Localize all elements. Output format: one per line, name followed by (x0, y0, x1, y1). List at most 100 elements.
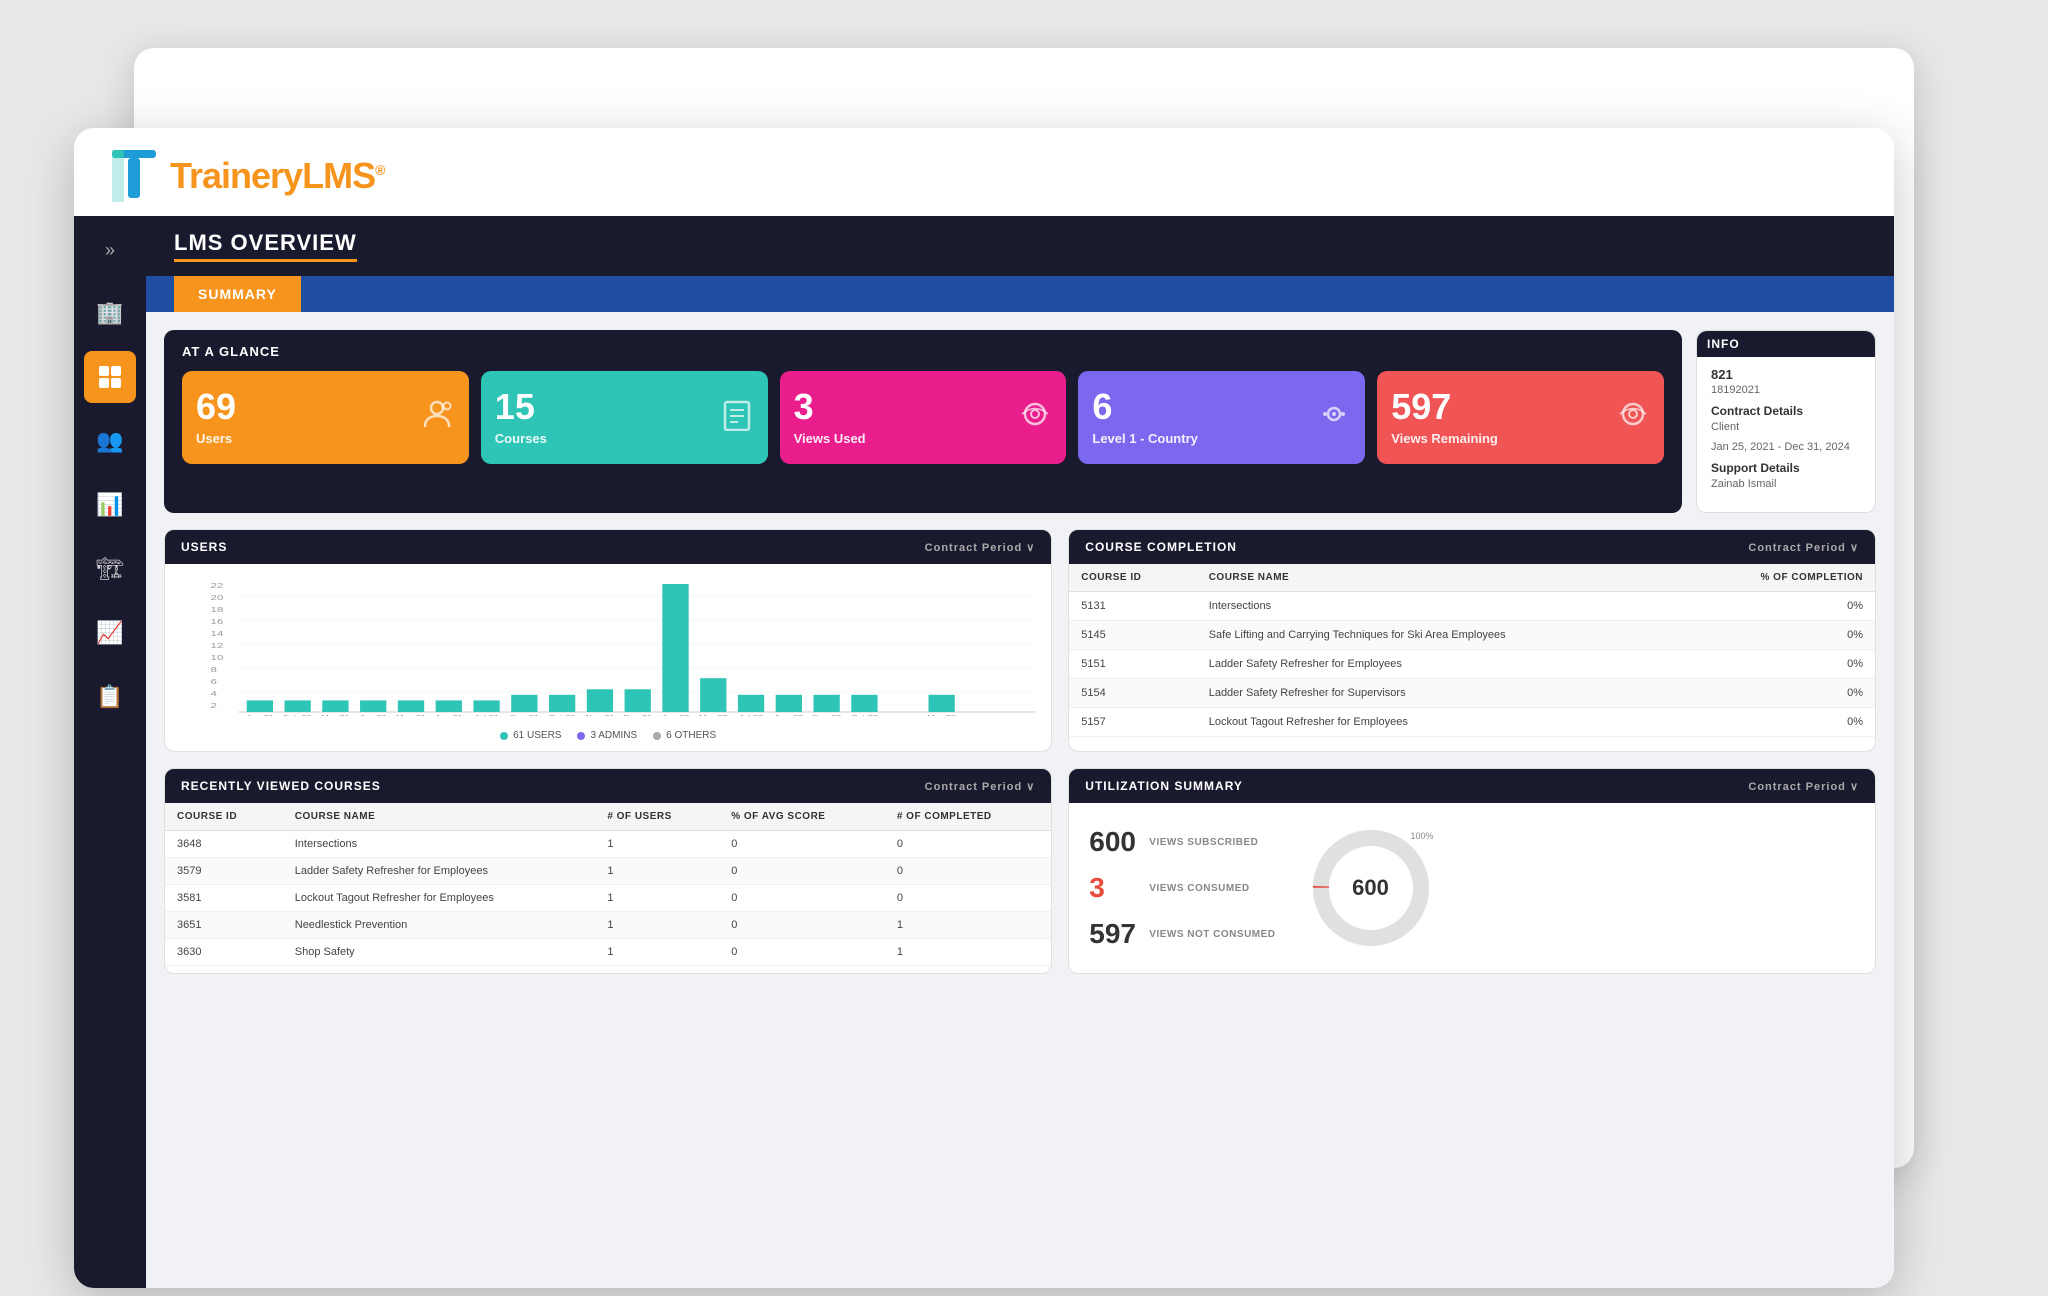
level-country-label: Level 1 - Country (1092, 431, 1197, 446)
header-bar: LMS OVERVIEW (146, 216, 1894, 276)
donut-percent-label: 100% (1410, 831, 1433, 841)
not-consumed-label: VIEWS NOT CONSUMED (1149, 929, 1275, 940)
svg-text:22: 22 (211, 582, 224, 590)
chart-legend: 61 USERS 3 ADMINS 6 OTHERS (165, 724, 1051, 751)
sidebar: » 🏢 👥 📊 🏗 📈 📋 (74, 216, 146, 1288)
svg-text:14: 14 (211, 630, 224, 638)
recent-course-name: Shop Safety (283, 939, 596, 966)
sidebar-item-reports[interactable]: 📈 (84, 607, 136, 659)
recent-period-selector[interactable]: Contract Period ∨ (925, 780, 1036, 793)
recently-viewed-panel: RECENTLY VIEWED COURSES Contract Period … (164, 768, 1052, 974)
recent-table-row: 3651 Needlestick Prevention 1 0 1 (165, 912, 1051, 939)
recent-table-header-row: COURSE ID COURSE NAME # OF USERS % OF AV… (165, 803, 1051, 831)
recent-avg-score: 0 (719, 858, 885, 885)
consumed-number: 3 (1089, 872, 1139, 904)
tab-summary[interactable]: SUMMARY (174, 276, 301, 312)
content-area: LMS OVERVIEW SUMMARY AT A GLANCE (146, 216, 1894, 1288)
svg-text:20: 20 (211, 594, 224, 602)
svg-text:May-21: May-21 (396, 714, 426, 716)
svg-text:Oct-22: Oct-22 (851, 714, 878, 716)
completion-pct: 0% (1683, 708, 1875, 737)
recent-completed: 0 (885, 885, 1051, 912)
recent-course-name: Intersections (283, 831, 596, 858)
subscribed-label: VIEWS SUBSCRIBED (1149, 837, 1258, 848)
logo-traineryLMS: TraineryLMS® (170, 155, 384, 196)
recent-completed: 1 (885, 912, 1051, 939)
completion-table-row: 5157 Lockout Tagout Refresher for Employ… (1069, 708, 1875, 737)
legend-users: 61 USERS (500, 730, 561, 741)
sidebar-collapse-button[interactable]: » (97, 232, 123, 269)
completion-course-id: 5131 (1069, 592, 1196, 621)
sidebar-item-analytics[interactable]: 📊 (84, 479, 136, 531)
main-area: » 🏢 👥 📊 🏗 📈 📋 (74, 216, 1894, 1288)
info-number: 821 (1711, 367, 1861, 382)
bottom-row: RECENTLY VIEWED COURSES Contract Period … (164, 768, 1876, 974)
recent-course-id: 3581 (165, 885, 283, 912)
stat-card-level-country: 6 Level 1 - Country (1078, 371, 1365, 464)
completion-period-selector[interactable]: Contract Period ∨ (1748, 541, 1859, 554)
stat-card-users-left: 69 Users (196, 389, 236, 446)
info-date: 18192021 (1711, 384, 1861, 396)
users-period-selector[interactable]: Contract Period ∨ (925, 541, 1036, 554)
completion-pct: 0% (1683, 621, 1875, 650)
not-consumed-number: 597 (1089, 918, 1139, 950)
consumed-row: 3 VIEWS CONSUMED (1089, 872, 1275, 904)
recent-col-id: COURSE ID (165, 803, 283, 831)
sidebar-item-structure[interactable]: 🏗 (84, 543, 136, 595)
recent-course-name: Ladder Safety Refresher for Employees (283, 858, 596, 885)
client-label: Client (1711, 421, 1861, 433)
completion-table-row: 5145 Safe Lifting and Carrying Technique… (1069, 621, 1875, 650)
svg-text:Mar-23: Mar-23 (927, 714, 956, 716)
courses-icon (720, 397, 754, 439)
views-remaining-number: 597 (1391, 389, 1498, 425)
svg-text:Jul-22: Jul-22 (739, 714, 764, 716)
legend-dot-admins (577, 732, 585, 740)
completion-table-row: 5154 Ladder Safety Refresher for Supervi… (1069, 679, 1875, 708)
legend-dot-others (653, 732, 661, 740)
stat-card-users: 69 Users (182, 371, 469, 464)
recent-course-name: Lockout Tagout Refresher for Employees (283, 885, 596, 912)
recently-viewed-table: COURSE ID COURSE NAME # OF USERS % OF AV… (165, 803, 1051, 966)
svg-text:Apr-21: Apr-21 (360, 714, 387, 716)
sidebar-item-clipboard[interactable]: 📋 (84, 671, 136, 723)
completion-course-name: Safe Lifting and Carrying Techniques for… (1197, 621, 1684, 650)
middle-row: USERS Contract Period ∨ 22 20 18 16 (164, 529, 1876, 752)
completion-course-name: Lockout Tagout Refresher for Employees (1197, 708, 1684, 737)
completion-table-header-row: COURSE ID COURSE NAME % OF COMPLETION (1069, 564, 1875, 592)
sidebar-item-building[interactable]: 🏢 (84, 287, 136, 339)
recent-users: 1 (595, 885, 719, 912)
sidebar-item-dashboard[interactable] (84, 351, 136, 403)
utilization-period-selector[interactable]: Contract Period ∨ (1748, 780, 1859, 793)
legend-label-admins: 3 ADMINS (590, 730, 637, 741)
recent-completed: 0 (885, 858, 1051, 885)
legend-admins: 3 ADMINS (577, 730, 637, 741)
recent-users: 1 (595, 858, 719, 885)
views-used-number: 3 (794, 389, 866, 425)
recent-col-completed: # OF COMPLETED (885, 803, 1051, 831)
not-consumed-row: 597 VIEWS NOT CONSUMED (1089, 918, 1275, 950)
svg-text:Jan-21: Jan-21 (246, 714, 274, 716)
svg-text:8: 8 (211, 666, 217, 674)
at-a-glance-title: AT A GLANCE (182, 344, 1664, 359)
logo-text: TraineryLMS® (170, 155, 384, 197)
info-title: INFO (1697, 331, 1875, 357)
views-used-label: Views Used (794, 431, 866, 446)
users-icon (419, 396, 455, 440)
recent-course-name: Needlestick Prevention (283, 912, 596, 939)
support-name: Zainab Ismail (1711, 478, 1861, 490)
svg-text:Oct-21: Oct-21 (549, 714, 576, 716)
recent-users: 1 (595, 939, 719, 966)
recent-course-id: 3651 (165, 912, 283, 939)
recent-completed: 0 (885, 831, 1051, 858)
completion-course-name: Ladder Safety Refresher for Employees (1197, 650, 1684, 679)
glance-cards: 69 Users (182, 371, 1664, 464)
donut-chart-container: 600 100% (1306, 823, 1436, 953)
recent-col-avg-score: % OF AVG SCORE (719, 803, 885, 831)
at-a-glance-row: AT A GLANCE 69 Users (164, 330, 1876, 513)
courses-number: 15 (495, 389, 547, 425)
logo-icon (110, 150, 158, 202)
sidebar-item-users[interactable]: 👥 (84, 415, 136, 467)
svg-text:4: 4 (211, 690, 217, 698)
util-stats: 600 VIEWS SUBSCRIBED 3 VIEWS CONSUMED 59… (1089, 826, 1275, 950)
info-panel: INFO 821 18192021 Contract Details Clien… (1696, 330, 1876, 513)
